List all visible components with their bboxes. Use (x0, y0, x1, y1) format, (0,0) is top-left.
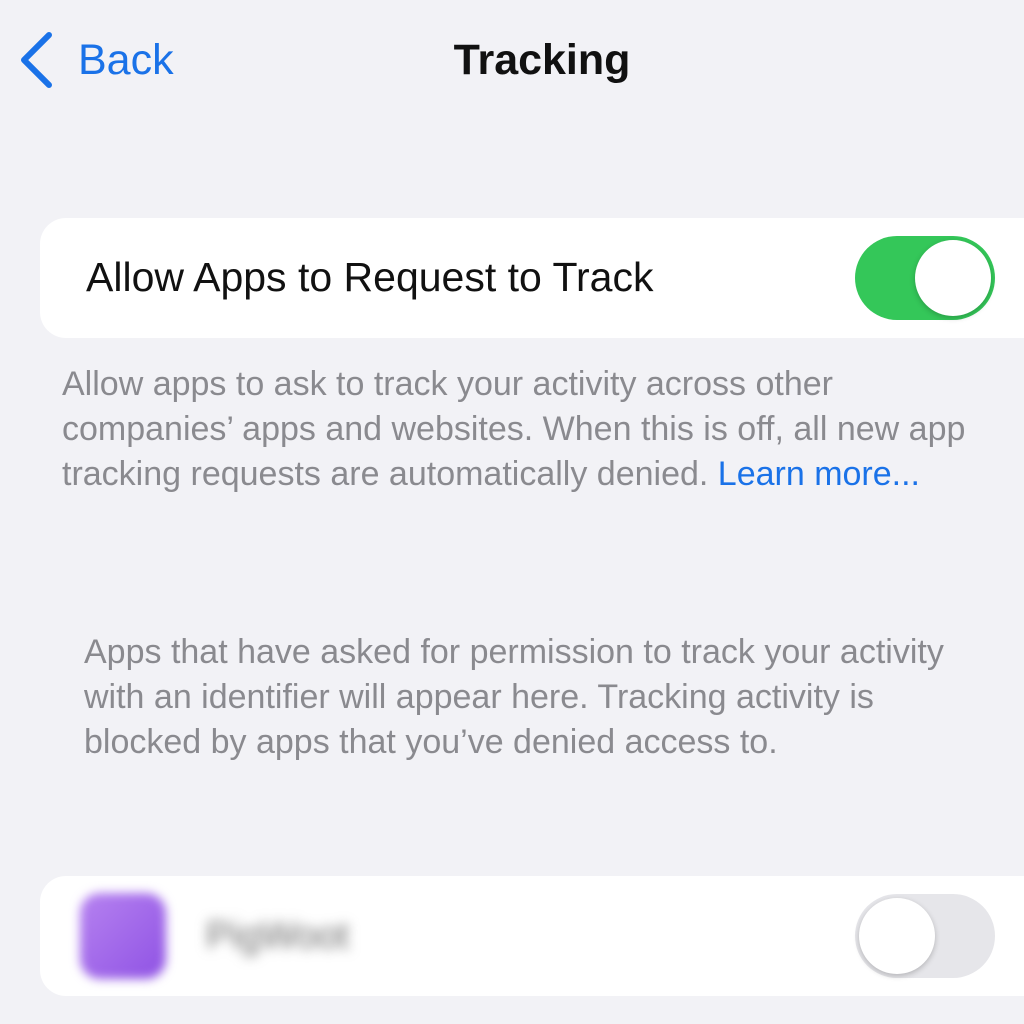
allow-tracking-label: Allow Apps to Request to Track (86, 254, 654, 300)
allow-tracking-toggle[interactable] (855, 236, 995, 320)
toggle-knob (859, 898, 935, 974)
tracking-settings-screen: Back Tracking Allow Apps to Request to T… (0, 0, 1024, 1024)
app-tracking-toggle[interactable] (855, 894, 995, 978)
app-icon (80, 893, 166, 979)
tracking-info-text: Apps that have asked for permission to t… (84, 633, 944, 761)
allow-tracking-footer: Allow apps to ask to track your activity… (62, 362, 1002, 497)
toggle-knob (915, 240, 991, 316)
app-name: PigWoot (206, 915, 349, 957)
page-title: Tracking (453, 36, 631, 84)
learn-more-link[interactable]: Learn more... (718, 455, 920, 493)
allow-tracking-row: Allow Apps to Request to Track (40, 218, 1024, 338)
navigation-bar: Back Tracking (0, 0, 1024, 120)
app-tracking-row: PigWoot (40, 876, 1024, 996)
